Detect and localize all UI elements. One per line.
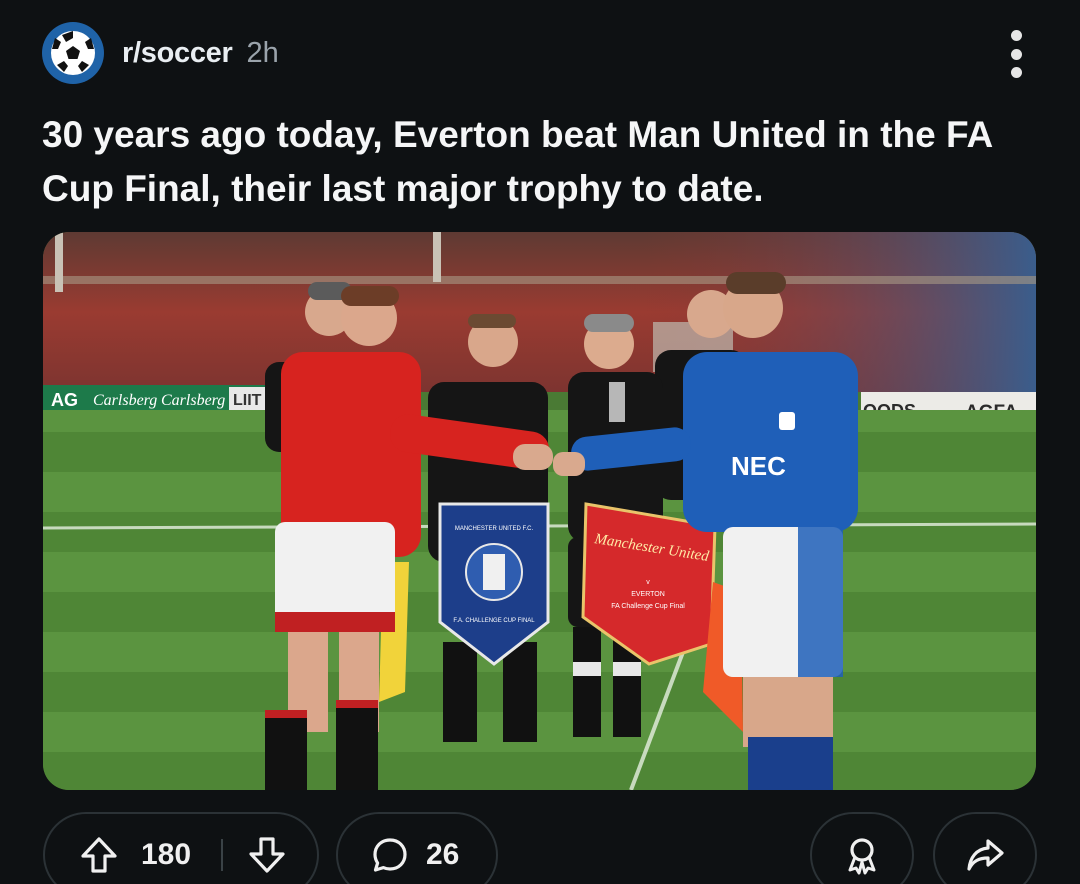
board-left-4: LIIT (233, 392, 262, 409)
comment-count: 26 (426, 838, 460, 871)
comments-button[interactable]: 26 (336, 812, 498, 884)
more-options-icon[interactable] (1004, 30, 1028, 78)
downvote-icon[interactable] (247, 835, 287, 875)
upvote-icon[interactable] (79, 835, 119, 875)
blue-pennant-text-1: MANCHESTER UNITED F.C. (455, 526, 534, 532)
subreddit-name[interactable]: r/soccer (122, 37, 233, 70)
board-left-3: Carlsberg (161, 392, 225, 409)
red-pennant-text-1: v (646, 579, 650, 586)
comment-icon (370, 835, 410, 875)
red-pennant-text-2: EVERTON (631, 591, 665, 598)
award-icon (842, 835, 882, 875)
shirt-sponsor: NEC (731, 451, 786, 481)
red-pennant-text-3: FA Challenge Cup Final (611, 603, 685, 610)
vote-divider (221, 839, 224, 871)
post-card: r/soccer 2h 30 years ago today, Everton … (0, 0, 1080, 884)
award-button[interactable] (810, 812, 914, 884)
post-title[interactable]: 30 years ago today, Everton beat Man Uni… (42, 108, 1032, 216)
share-button[interactable] (933, 812, 1037, 884)
action-bar: 180 26 (0, 812, 1080, 884)
subreddit-avatar[interactable] (42, 22, 104, 84)
upvote-count: 180 (141, 838, 192, 871)
share-icon (965, 835, 1005, 875)
board-left-2: Carlsberg (93, 392, 157, 409)
vote-control: 180 (43, 812, 319, 884)
blue-pennant-text-2: F.A. CHALLENGE CUP FINAL (453, 618, 535, 624)
board-left-1: AG (51, 390, 78, 410)
soccer-ball-icon (51, 31, 95, 75)
post-age: 2h (246, 36, 279, 69)
post-header: r/soccer 2h (42, 22, 279, 84)
football-photo: AG Carlsberg Carlsberg LIIT OODS AGFA (43, 232, 1036, 790)
post-image[interactable]: AG Carlsberg Carlsberg LIIT OODS AGFA (43, 232, 1036, 790)
